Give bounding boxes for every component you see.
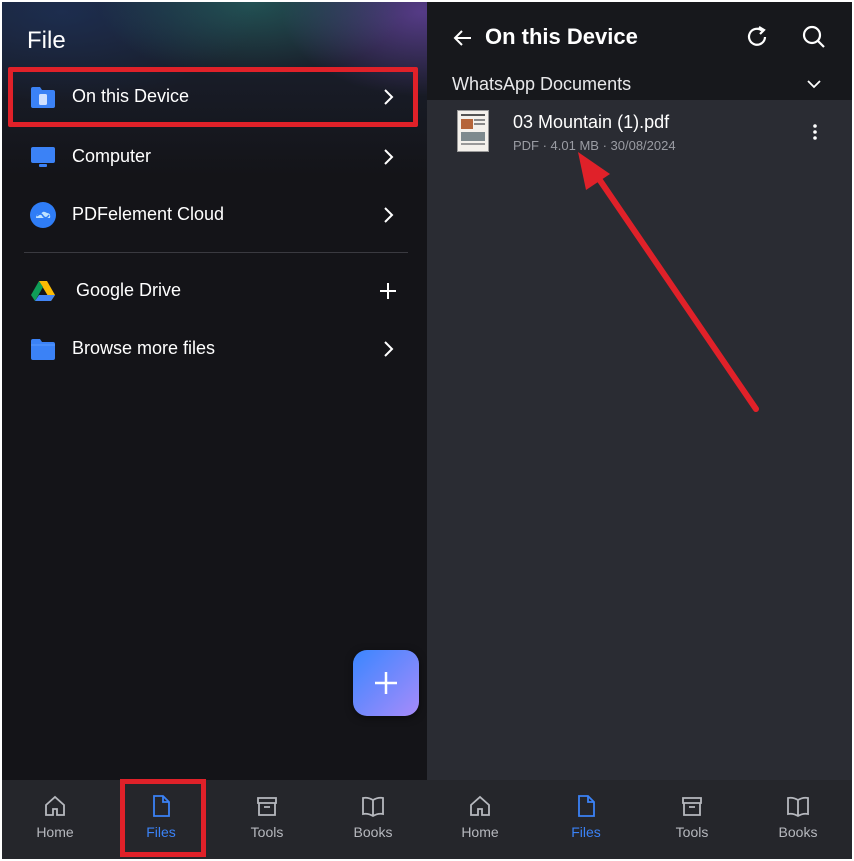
annotation-arrow-icon — [578, 152, 759, 412]
